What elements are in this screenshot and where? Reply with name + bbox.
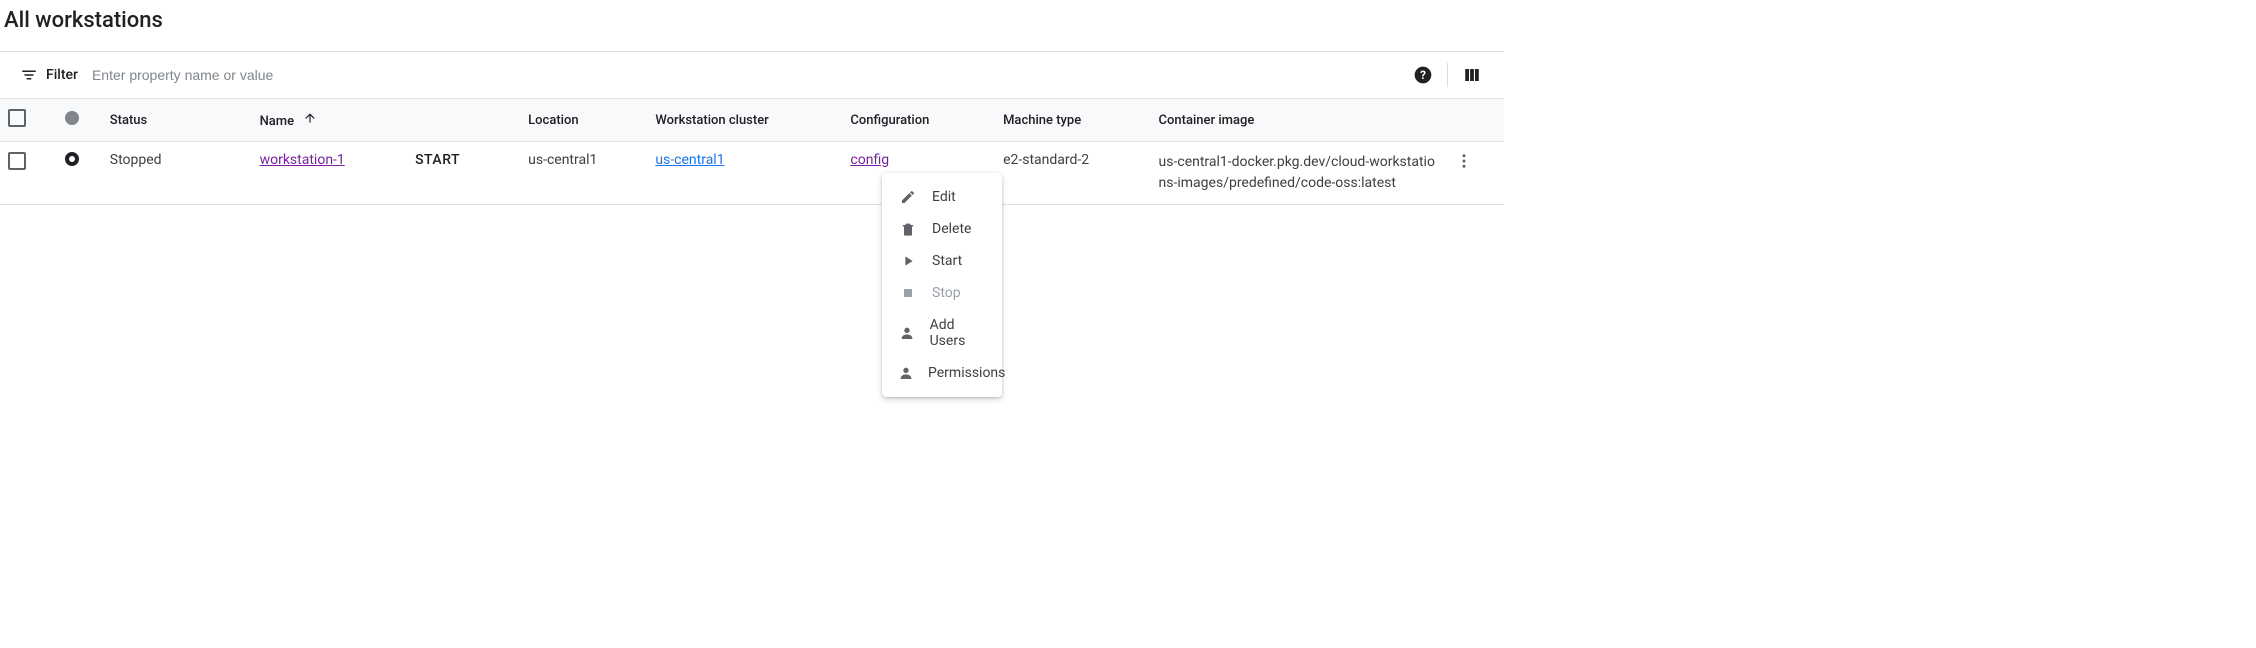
menu-item-delete[interactable]: Delete [882,213,1002,245]
toolbar-divider [1447,63,1448,87]
svg-text:?: ? [1420,68,1426,82]
col-header-name-label: Name [260,114,295,129]
col-header-image[interactable]: Container image [1151,99,1448,142]
col-header-name[interactable]: Name [252,99,407,142]
menu-item-label: Add Users [930,317,986,349]
menu-item-stop: Stop [882,277,1002,309]
menu-item-label: Start [932,253,962,269]
status-stopped-icon [65,152,79,166]
status-indicator-header-icon [65,111,79,125]
pencil-icon [898,189,918,205]
page-title: All workstations [4,8,1504,33]
cell-image: us-central1-docker.pkg.dev/cloud-worksta… [1151,142,1448,205]
filter-input[interactable] [90,66,1403,84]
config-link[interactable]: config [850,152,889,168]
col-header-config[interactable]: Configuration [842,99,995,142]
menu-item-label: Permissions [928,365,1005,381]
play-icon [898,253,918,269]
table-row: Stopped workstation-1 START us-central1 … [0,142,1504,205]
stop-icon [898,285,918,301]
workstations-table: Status Name Location Workstation cluster… [0,99,1504,205]
cell-location: us-central1 [520,142,647,205]
col-header-machine[interactable]: Machine type [995,99,1150,142]
cluster-link[interactable]: us-central1 [655,152,724,168]
menu-item-label: Delete [932,221,971,237]
menu-item-add-users[interactable]: Add Users [882,309,1002,357]
trash-icon [898,221,918,237]
cell-machine: e2-standard-2 [995,142,1150,205]
row-checkbox[interactable] [8,152,26,170]
menu-item-label: Stop [932,285,961,301]
menu-item-start[interactable]: Start [882,245,1002,277]
col-header-status[interactable]: Status [102,99,252,142]
person-icon [898,325,916,341]
column-display-button[interactable] [1452,55,1492,95]
col-header-location[interactable]: Location [520,99,647,142]
col-header-cluster[interactable]: Workstation cluster [647,99,842,142]
person-icon [898,365,914,381]
filter-label: Filter [46,67,78,83]
select-all-checkbox[interactable] [8,109,26,127]
menu-item-edit[interactable]: Edit [882,181,1002,213]
start-button[interactable]: START [415,152,460,168]
help-button[interactable]: ? [1403,55,1443,95]
workstation-name-link[interactable]: workstation-1 [260,152,345,168]
sort-ascending-icon [303,111,317,125]
menu-item-label: Edit [932,189,956,205]
filter-bar: Filter ? [0,51,1504,99]
filter-icon [20,66,38,84]
context-menu: Edit Delete Start Stop [882,173,1002,397]
row-more-actions-button[interactable] [1455,158,1473,174]
menu-item-permissions[interactable]: Permissions [882,357,1002,389]
cell-status: Stopped [102,142,252,205]
